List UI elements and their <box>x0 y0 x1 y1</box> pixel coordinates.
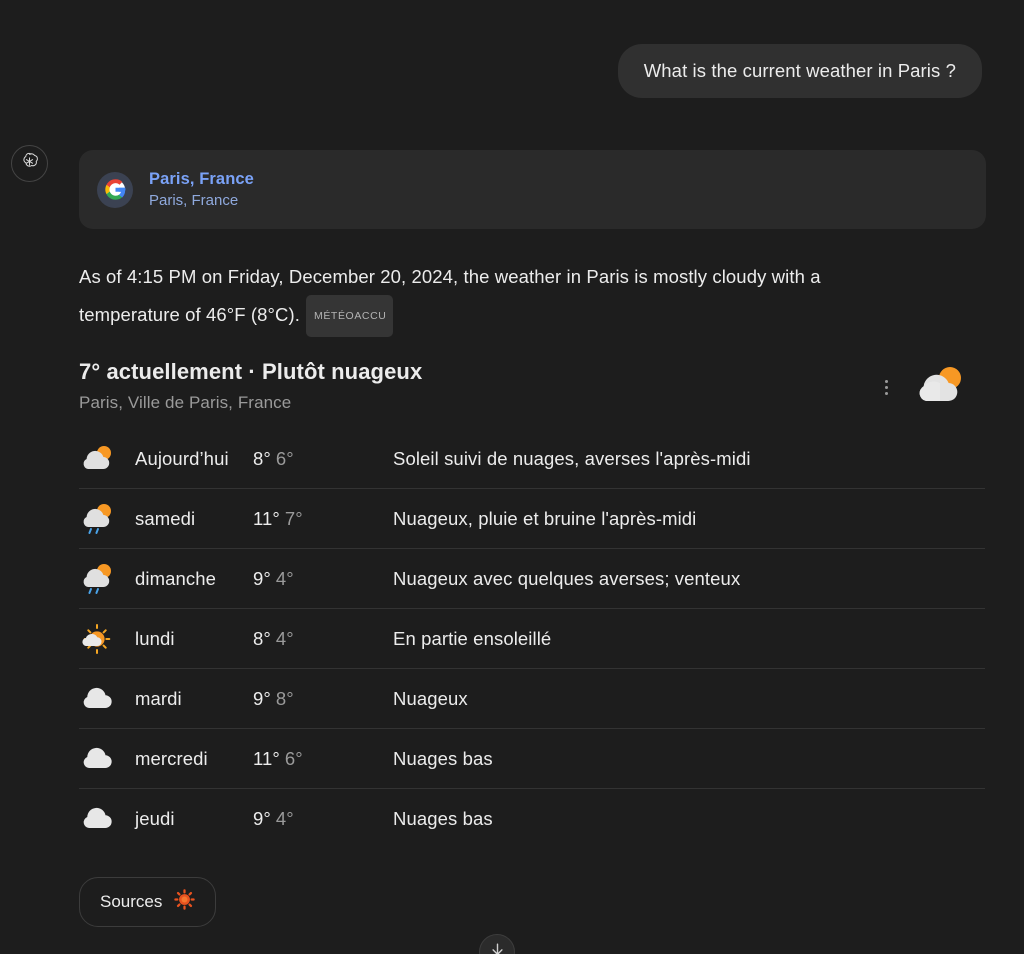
citation-badge[interactable]: MÉTÉOACCU <box>305 295 394 337</box>
weather-location: Paris, Ville de Paris, France <box>79 393 292 412</box>
sun-behind-rain-cloud-icon <box>79 563 135 595</box>
weather-header-texts: 7° actuellement · Plutôt nuageux Paris, … <box>79 359 422 413</box>
forecast-day: jeudi <box>135 808 175 829</box>
sun-behind-cloud-icon <box>912 363 968 412</box>
forecast-day: samedi <box>135 507 196 529</box>
table-row: Aujourd’hui 8° 6° Soleil suivi de nuages,… <box>79 429 985 489</box>
forecast-description: En partie ensoleillé <box>393 627 552 649</box>
weather-headline: 7° actuellement · Plutôt nuageux <box>79 359 423 384</box>
forecast-day: mardi <box>135 687 182 709</box>
table-row: mercredi 11° 6° Nuages bas <box>79 729 985 789</box>
assistant-avatar <box>11 145 48 182</box>
openai-logo-icon <box>19 151 40 177</box>
table-row: lundi 8° 4° En partie ensoleillé <box>79 609 985 669</box>
forecast-temps: 9° 4° <box>253 567 294 589</box>
sun-behind-rain-cloud-icon <box>79 503 135 535</box>
answer-paragraph: As of 4:15 PM on Friday, December 20, 20… <box>79 259 909 337</box>
arrow-down-icon <box>489 941 506 954</box>
accuweather-sun-icon <box>174 889 196 915</box>
table-row: jeudi 9° 4° Nuages bas <box>79 789 985 849</box>
forecast-temps: 9° 4° <box>253 808 294 829</box>
table-row: mardi 9° 8° Nuageux <box>79 669 985 729</box>
forecast-day: lundi <box>135 627 175 649</box>
weather-header: 7° actuellement · Plutôt nuageux Paris, … <box>79 359 986 413</box>
kebab-menu-icon[interactable] <box>879 376 894 400</box>
user-message-bubble: What is the current weather in Paris ? <box>617 44 982 98</box>
forecast-day: mercredi <box>135 747 208 769</box>
sources-button[interactable]: Sources <box>79 877 217 927</box>
forecast-description: Nuageux avec quelques averses; venteux <box>393 567 741 589</box>
forecast-description: Nuageux, pluie et bruine l'après-midi <box>393 507 697 529</box>
cloud-icon <box>79 685 135 713</box>
assistant-message: Paris, France Paris, France As of 4:15 P… <box>79 150 986 954</box>
answer-text: As of 4:15 PM on Friday, December 20, 20… <box>79 266 821 325</box>
forecast-description: Soleil suivi de nuages, averses l'après-… <box>393 447 751 469</box>
forecast-temps: 11° 7° <box>253 507 303 529</box>
google-favicon-icon <box>97 171 133 208</box>
forecast-description: Nuages bas <box>393 747 493 769</box>
forecast-temps: 11° 6° <box>253 747 303 769</box>
table-row: dimanche 9° 4° Nuageux avec quelques aver… <box>79 549 985 609</box>
forecast-day: dimanche <box>135 567 217 589</box>
cloud-icon <box>79 805 135 833</box>
source-card-title: Paris, France <box>149 170 254 188</box>
forecast-day: Aujourd’hui <box>135 447 229 469</box>
source-card-subtitle: Paris, France <box>149 192 239 209</box>
forecast-description: Nuages bas <box>393 808 493 829</box>
chat-page: What is the current weather in Paris ? P… <box>0 0 1024 954</box>
sun-with-small-cloud-icon <box>79 623 135 655</box>
source-card-texts: Paris, France Paris, France <box>149 170 254 209</box>
weather-widget: 7° actuellement · Plutôt nuageux Paris, … <box>79 359 986 849</box>
source-card[interactable]: Paris, France Paris, France <box>79 150 986 229</box>
forecast-description: Nuageux <box>393 687 468 709</box>
sources-button-label: Sources <box>100 892 163 911</box>
forecast-list: Aujourd’hui 8° 6° Soleil suivi de nuages,… <box>79 429 985 849</box>
table-row: samedi 11° 7° Nuageux, pluie et bruine l'… <box>79 489 985 549</box>
sun-behind-cloud-icon <box>79 444 135 474</box>
forecast-temps: 9° 8° <box>253 687 294 709</box>
weather-header-controls <box>879 363 986 412</box>
forecast-temps: 8° 4° <box>253 627 294 649</box>
cloud-icon <box>79 745 135 773</box>
user-message-row: What is the current weather in Paris ? <box>617 44 982 98</box>
forecast-temps: 8° 6° <box>253 447 294 469</box>
